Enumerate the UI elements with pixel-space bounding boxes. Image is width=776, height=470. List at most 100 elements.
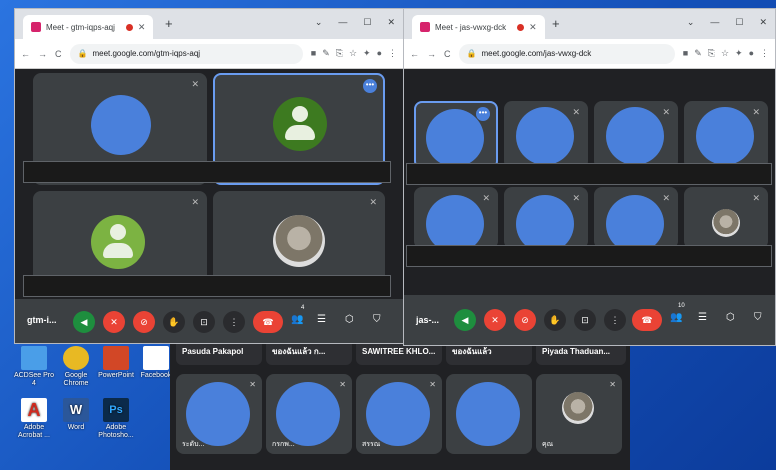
redaction-bar xyxy=(406,163,772,185)
avatar xyxy=(516,107,574,165)
browser-tab[interactable]: Meet - gtm-iqps-aqj ✕ xyxy=(23,15,154,39)
speaker-button[interactable]: ◀ xyxy=(73,311,95,333)
reload-icon[interactable]: C xyxy=(444,49,451,59)
more-icon: ⋮ xyxy=(229,316,239,327)
more-options-icon[interactable]: ••• xyxy=(476,107,490,121)
more-options-button[interactable]: ⋮ xyxy=(223,311,245,333)
profile-icon[interactable]: ● xyxy=(749,48,754,59)
url-input[interactable]: 🔒 meet.google.com/jas-vwxg-dck xyxy=(458,43,675,64)
desktop-icon-acrobat[interactable]: A Adobe Acrobat ... xyxy=(12,398,56,440)
mic-perm-icon[interactable]: ✎ xyxy=(694,48,702,59)
mic-off-icon: ✕ xyxy=(662,193,670,203)
browser-window-left[interactable]: Meet - gtm-iqps-aqj ✕ + ⌄ — ☐ ✕ ← → C 🔒 … xyxy=(14,8,404,344)
meet-stage: ✕ ••• ✕ ✕ xyxy=(15,69,403,299)
desktop-icon-word[interactable]: W Word xyxy=(54,398,98,432)
extensions-icon[interactable]: ✦ xyxy=(735,48,743,59)
avatar xyxy=(456,382,520,446)
people-icon[interactable]: 👥 xyxy=(291,314,303,325)
camera-icon[interactable]: ■ xyxy=(311,48,316,59)
close-tab-icon[interactable]: ✕ xyxy=(138,22,146,33)
participant-tile[interactable]: ✕ xyxy=(684,101,768,169)
minimize-icon[interactable]: — xyxy=(338,17,347,28)
back-icon[interactable]: ← xyxy=(410,49,419,59)
activities-icon[interactable]: ⬡ xyxy=(345,314,354,325)
speaker-button[interactable]: ◀ xyxy=(454,309,476,331)
participant-tile[interactable]: ✕ xyxy=(414,187,498,253)
activities-icon[interactable]: ⬡ xyxy=(726,312,735,323)
hand-icon: ✋ xyxy=(168,316,180,327)
mic-toggle-button[interactable]: ✕ xyxy=(484,309,506,331)
speaker-icon: ◀ xyxy=(461,314,469,325)
minimize-icon[interactable]: — xyxy=(710,17,719,28)
bookmark-icon[interactable]: ☆ xyxy=(721,48,729,59)
participant-tile[interactable]: ✕ xyxy=(504,187,588,253)
meeting-code: gtm-i... xyxy=(27,315,57,325)
meet-favicon xyxy=(420,22,430,32)
participant-tile[interactable]: ✕ xyxy=(594,187,678,253)
new-tab-icon[interactable]: + xyxy=(552,16,560,31)
participant-tile[interactable]: ✕ xyxy=(504,101,588,169)
new-tab-icon[interactable]: + xyxy=(165,16,173,31)
forward-icon[interactable]: → xyxy=(38,49,47,59)
url-input[interactable]: 🔒 meet.google.com/gtm-iqps-aqj xyxy=(69,43,303,64)
camera-icon[interactable]: ■ xyxy=(683,48,688,59)
camera-toggle-button[interactable]: ⊘ xyxy=(514,309,536,331)
chat-icon[interactable]: ☰ xyxy=(698,312,707,323)
present-button[interactable]: ⊡ xyxy=(574,309,596,331)
leave-call-button[interactable]: ☎ xyxy=(632,309,662,331)
safety-icon[interactable]: ⛉ xyxy=(754,312,762,323)
share-icon[interactable]: ⎘ xyxy=(708,48,715,59)
maximize-icon[interactable]: ☐ xyxy=(363,17,371,28)
safety-icon[interactable]: ⛉ xyxy=(373,314,381,325)
raise-hand-button[interactable]: ✋ xyxy=(163,311,185,333)
camera-toggle-button[interactable]: ⊘ xyxy=(133,311,155,333)
recording-indicator-icon xyxy=(517,23,525,31)
address-bar: ← → C 🔒 meet.google.com/jas-vwxg-dck ■ ✎… xyxy=(404,39,775,69)
mic-off-icon: ✕ xyxy=(249,380,256,389)
avatar xyxy=(366,382,430,446)
speaker-icon: ◀ xyxy=(80,316,88,327)
menu-icon[interactable]: ⋮ xyxy=(388,48,397,59)
reload-icon[interactable]: C xyxy=(55,49,62,59)
recording-indicator-icon xyxy=(125,23,133,31)
mic-toggle-button[interactable]: ✕ xyxy=(103,311,125,333)
browser-window-right[interactable]: Meet - jas-vwxg-dck ✕ + ⌄ — ☐ ✕ ← → C 🔒 … xyxy=(403,8,776,346)
leave-call-button[interactable]: ☎ xyxy=(253,311,283,333)
people-icon[interactable]: 👥 xyxy=(670,312,682,323)
close-window-icon[interactable]: ✕ xyxy=(387,17,395,28)
close-window-icon[interactable]: ✕ xyxy=(759,17,767,28)
desktop-icon-acdsee[interactable]: ACDSee Pro 4 xyxy=(12,346,56,388)
participant-tile[interactable]: ✕ xyxy=(594,101,678,169)
tab-search-icon[interactable]: ⌄ xyxy=(315,17,323,28)
avatar xyxy=(696,107,754,165)
forward-icon[interactable]: → xyxy=(427,49,436,59)
desktop-icon-chrome[interactable]: Google Chrome xyxy=(54,346,98,388)
avatar xyxy=(91,215,145,269)
desktop-icon-photoshop[interactable]: Ps Adobe Photosho... xyxy=(94,398,138,440)
desktop-icon-powerpoint[interactable]: PowerPoint xyxy=(94,346,138,380)
extensions-icon[interactable]: ✦ xyxy=(363,48,371,59)
close-tab-icon[interactable]: ✕ xyxy=(529,22,537,33)
chat-icon[interactable]: ☰ xyxy=(317,314,326,325)
bg-tile-1: ✕ ระดับ... xyxy=(176,374,262,454)
profile-icon[interactable]: ● xyxy=(377,48,382,59)
more-options-button[interactable]: ⋮ xyxy=(604,309,626,331)
menu-icon[interactable]: ⋮ xyxy=(760,48,769,59)
participant-tile-active[interactable]: ••• xyxy=(414,101,498,169)
participant-tile[interactable]: ✕ xyxy=(684,187,768,249)
mic-off-icon: ✕ xyxy=(572,193,580,203)
photoshop-icon: Ps xyxy=(103,398,129,422)
mic-perm-icon[interactable]: ✎ xyxy=(322,48,330,59)
meet-controls: jas-... ◀ ✕ ⊘ ✋ ⊡ ⋮ ☎ 10 👥 ☰ ⬡ ⛉ xyxy=(404,295,775,345)
present-button[interactable]: ⊡ xyxy=(193,311,215,333)
share-icon[interactable]: ⎘ xyxy=(336,48,343,59)
browser-tab[interactable]: Meet - jas-vwxg-dck ✕ xyxy=(412,15,545,39)
bg-tile-4 xyxy=(446,374,532,454)
more-options-icon[interactable]: ••• xyxy=(363,79,377,93)
maximize-icon[interactable]: ☐ xyxy=(735,17,743,28)
tab-search-icon[interactable]: ⌄ xyxy=(687,17,695,28)
raise-hand-button[interactable]: ✋ xyxy=(544,309,566,331)
bookmark-icon[interactable]: ☆ xyxy=(349,48,357,59)
avatar xyxy=(186,382,250,446)
back-icon[interactable]: ← xyxy=(21,49,30,59)
